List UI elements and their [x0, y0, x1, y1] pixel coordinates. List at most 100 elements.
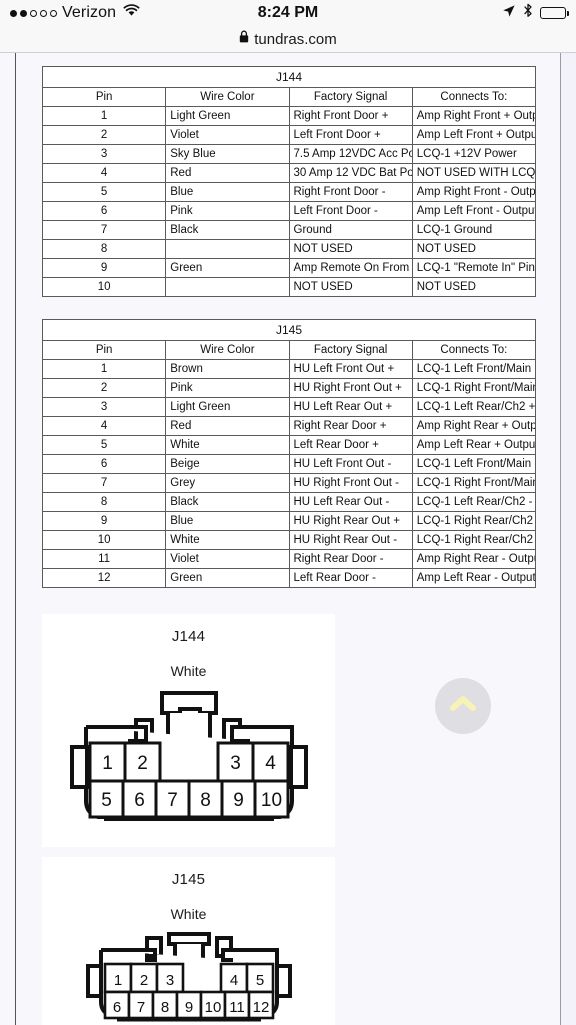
column-header-pin: Pin — [41, 87, 167, 107]
table-row: 3 Light Green HU Left Rear Out + LCQ-1 Left… — [41, 397, 537, 417]
cell-connects-to: NOT USED — [411, 239, 537, 259]
cell-wire-color: Sky Blue — [165, 144, 290, 164]
cell-wire-color: Light Green — [165, 397, 290, 417]
cell-pin: 6 — [41, 454, 167, 474]
cell-connects-to: LCQ-1 Left Front/Main - — [411, 454, 537, 474]
column-header-connects-to: Connects To: — [411, 87, 537, 107]
table-title-row: J145 — [42, 319, 536, 341]
cell-factory-signal: Right Rear Door + — [288, 416, 413, 436]
wiring-table-j144: J144 Pin Wire Color Factory Signal Conne… — [41, 66, 537, 297]
pin-label: 11 — [229, 999, 245, 1016]
pin-label: 10 — [260, 790, 281, 811]
pin-label: 5 — [255, 972, 263, 989]
web-page-viewport[interactable]: J144 Pin Wire Color Factory Signal Conne… — [0, 53, 576, 1025]
pin-label: 3 — [230, 753, 241, 774]
table-row: 3Sky Blue7.5 Amp 12VDC Acc PowerLCQ-1 +1… — [41, 144, 537, 164]
cell-wire-color: Black — [165, 220, 290, 240]
cell-wire-color: White — [165, 530, 290, 550]
cell-connects-to: Amp Right Front + Output — [411, 106, 537, 126]
cell-connects-to: LCQ-1 Left Front/Main + — [411, 359, 537, 379]
cell-pin: 5 — [41, 182, 167, 202]
status-bar-right — [502, 3, 569, 23]
cell-pin: 10 — [41, 277, 167, 297]
table-title-row: J144 — [42, 66, 536, 88]
cell-factory-signal: HU Left Rear Out - — [288, 492, 413, 512]
column-header-wire-color: Wire Color — [165, 340, 290, 360]
pin-label: 2 — [139, 972, 147, 989]
cell-connects-to: LCQ-1 Right Rear/Ch2 - — [411, 530, 537, 550]
table-row: 6 Pink Left Front Door - Amp Left Front - O… — [41, 201, 537, 221]
column-header-wire-color: Wire Color — [165, 87, 290, 107]
cell-factory-signal: HU Right Front Out - — [288, 473, 413, 493]
cell-connects-to: LCQ-1 Right Rear/Ch2 + — [411, 511, 537, 531]
table-row: 4Red30 Amp 12 VDC Bat PowerNOT USED WITH… — [41, 163, 537, 183]
connector-illustration-j144: 1 2 3 4 5 6 7 8 9 10 — [69, 691, 308, 821]
cell-factory-signal: Left Front Door + — [288, 125, 413, 145]
cell-wire-color: Violet — [165, 125, 290, 145]
connector-diagram-card-j145: J145 White 1 2 3 4 5 6 7 8 9 10 11 12 — [42, 857, 335, 1025]
pin-label: 6 — [134, 790, 145, 811]
cell-pin: 8 — [41, 492, 167, 512]
cell-connects-to: Amp Left Front - Output — [411, 201, 537, 221]
browser-address-bar[interactable]: tundras.com — [0, 26, 576, 53]
table-row: 7 Grey HU Right Front Out - LCQ-1 Right Fro… — [41, 473, 537, 493]
table-row: 11 Violet Right Rear Door - Amp Right Rear … — [41, 549, 537, 569]
diagram-color-label: White — [170, 906, 207, 922]
cell-wire-color: Pink — [165, 201, 290, 221]
cell-factory-signal: Left Rear Door + — [288, 435, 413, 455]
cell-pin: 9 — [41, 511, 167, 531]
table-header-row: Pin Wire Color Factory Signal Connects T… — [41, 340, 537, 360]
cell-factory-signal: HU Left Front Out - — [288, 454, 413, 474]
location-arrow-icon — [502, 4, 516, 23]
column-header-factory-signal: Factory Signal — [288, 87, 413, 107]
cell-factory-signal: Left Front Door - — [288, 201, 413, 221]
signal-strength-icon — [10, 9, 57, 17]
scroll-to-top-button[interactable] — [435, 678, 491, 734]
cell-connects-to: Amp Left Rear - Output — [411, 568, 537, 588]
table-row: 9GreenAmp Remote On From HULCQ-1 "Remote… — [41, 258, 537, 278]
table-row: 2 Violet Left Front Door + Amp Left Front +… — [41, 125, 537, 145]
table-row: 1 Light Green Right Front Door + Amp Right … — [41, 106, 537, 126]
cell-connects-to: Amp Left Front + Output — [411, 125, 537, 145]
table-row: 6 Beige HU Left Front Out - LCQ-1 Left Fron… — [41, 454, 537, 474]
cell-connects-to: LCQ-1 Right Front/Main + — [411, 378, 537, 398]
cell-connects-to: LCQ-1 Left Rear/Ch2 - — [411, 492, 537, 512]
column-header-factory-signal: Factory Signal — [288, 340, 413, 360]
cell-wire-color: Light Green — [165, 106, 290, 126]
wiring-table-j145: J145 Pin Wire Color Factory Signal Conne… — [41, 319, 537, 588]
pin-label: 4 — [229, 972, 237, 989]
cell-pin: 9 — [41, 258, 167, 278]
cell-wire-color: Red — [165, 416, 290, 436]
cell-wire-color: Violet — [165, 549, 290, 569]
column-header-connects-to: Connects To: — [411, 340, 537, 360]
battery-icon — [540, 7, 569, 19]
table-row: 8 NOT USED NOT USED — [41, 239, 537, 259]
cell-pin: 4 — [41, 416, 167, 436]
pin-label: 1 — [102, 753, 113, 774]
cell-factory-signal: HU Left Front Out + — [288, 359, 413, 379]
cell-pin: 7 — [41, 220, 167, 240]
cell-wire-color — [165, 277, 290, 297]
cell-connects-to: LCQ-1 +12V Power — [411, 144, 537, 164]
cell-factory-signal: HU Right Rear Out - — [288, 530, 413, 550]
lock-icon — [239, 30, 249, 48]
cell-connects-to: LCQ-1 Left Rear/Ch2 + — [411, 397, 537, 417]
table-row: 10 White HU Right Rear Out - LCQ-1 Right Re… — [41, 530, 537, 550]
table-header-row: Pin Wire Color Factory Signal Connects T… — [41, 87, 537, 107]
table-row: 5 Blue Right Front Door - Amp Right Front -… — [41, 182, 537, 202]
cell-factory-signal: NOT USED — [288, 277, 413, 297]
pin-label: 10 — [204, 999, 221, 1016]
cell-factory-signal: NOT USED — [288, 239, 413, 259]
cell-factory-signal: Right Front Door - — [288, 182, 413, 202]
cell-connects-to: NOT USED — [411, 277, 537, 297]
cell-factory-signal: HU Left Rear Out + — [288, 397, 413, 417]
status-bar-left: Verizon — [10, 4, 140, 22]
pin-label: 5 — [101, 790, 112, 811]
cell-connects-to: Amp Right Front - Output — [411, 182, 537, 202]
cell-wire-color: Blue — [165, 182, 290, 202]
cell-wire-color: Brown — [165, 359, 290, 379]
cell-connects-to: LCQ-1 Ground — [411, 220, 537, 240]
pin-label: 2 — [137, 753, 148, 774]
cell-wire-color: Beige — [165, 454, 290, 474]
cell-connects-to: NOT USED WITH LCQ-1 — [411, 163, 537, 183]
